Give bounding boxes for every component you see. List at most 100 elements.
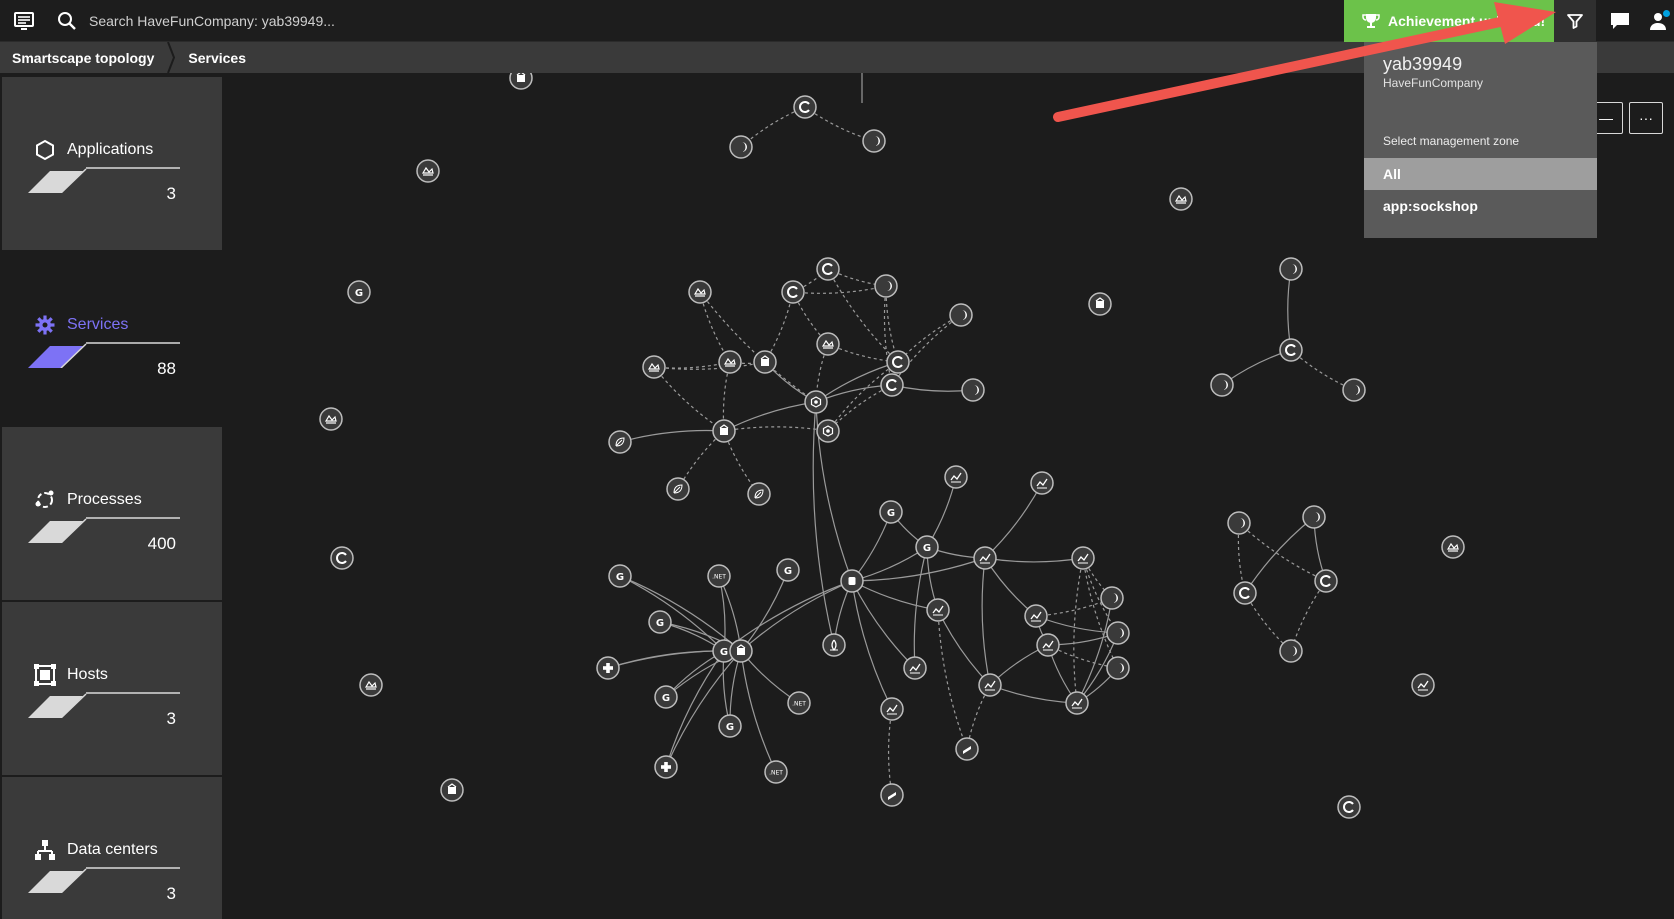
service-node-l10[interactable]: G bbox=[718, 714, 742, 738]
search-input[interactable] bbox=[89, 9, 449, 33]
sidebar-item-data-centers[interactable]: Data centers 3 bbox=[2, 777, 222, 919]
service-node-n5[interactable] bbox=[416, 159, 440, 183]
service-node-n4[interactable] bbox=[862, 129, 886, 153]
service-node-l6[interactable] bbox=[729, 639, 753, 663]
sidebar-item-processes[interactable]: Processes 400 bbox=[2, 427, 222, 600]
breadcrumb-services[interactable]: Services bbox=[176, 50, 258, 66]
service-node-m3[interactable] bbox=[1030, 471, 1054, 495]
service-node-m6[interactable] bbox=[1071, 546, 1095, 570]
service-node-m13[interactable] bbox=[1106, 656, 1130, 680]
service-node-h1[interactable] bbox=[1169, 187, 1193, 211]
service-node-c4[interactable] bbox=[874, 274, 898, 298]
service-node-c15[interactable] bbox=[712, 419, 736, 443]
service-node-r2[interactable] bbox=[1302, 505, 1326, 529]
chat-button[interactable] bbox=[1599, 0, 1641, 42]
dotnet-service-icon: .NET bbox=[792, 701, 806, 708]
service-node-m19[interactable] bbox=[880, 783, 904, 807]
service-node-l1[interactable]: G bbox=[608, 564, 632, 588]
zone-option-all[interactable]: All bbox=[1364, 158, 1597, 190]
service-node-n8[interactable] bbox=[330, 546, 354, 570]
service-node-m5[interactable] bbox=[973, 546, 997, 570]
zone-option-sockshop[interactable]: app:sockshop bbox=[1364, 190, 1597, 222]
service-node-c1[interactable] bbox=[688, 280, 712, 304]
service-node-c13[interactable] bbox=[804, 390, 828, 414]
service-node-t4[interactable] bbox=[1342, 378, 1366, 402]
notification-dot bbox=[1663, 10, 1670, 17]
service-node-m8[interactable] bbox=[926, 598, 950, 622]
service-node-l2[interactable]: .NET bbox=[707, 564, 731, 588]
service-node-l12[interactable]: .NET bbox=[764, 760, 788, 784]
service-node-m15[interactable] bbox=[978, 673, 1002, 697]
service-node-c10[interactable] bbox=[886, 350, 910, 374]
service-node-c9[interactable] bbox=[816, 332, 840, 356]
node-circle bbox=[1337, 795, 1361, 819]
service-node-l11[interactable] bbox=[654, 755, 678, 779]
tile-label: Services bbox=[67, 316, 129, 333]
service-node-m17[interactable] bbox=[880, 697, 904, 721]
service-node-m10[interactable] bbox=[1100, 586, 1124, 610]
service-node-r3[interactable] bbox=[1233, 581, 1257, 605]
service-node-h2[interactable] bbox=[1088, 292, 1112, 316]
service-node-c14[interactable] bbox=[816, 419, 840, 443]
service-node-c6[interactable] bbox=[642, 355, 666, 379]
service-node-n2[interactable] bbox=[793, 95, 817, 119]
service-node-c5[interactable] bbox=[949, 303, 973, 327]
service-node-n3[interactable] bbox=[729, 135, 753, 159]
service-node-c2[interactable] bbox=[781, 280, 805, 304]
achievement-button[interactable]: Achievement unlocked! bbox=[1344, 0, 1554, 42]
service-node-l9[interactable]: .NET bbox=[787, 691, 811, 715]
search-button[interactable] bbox=[56, 10, 78, 32]
tile-count: 400 bbox=[147, 534, 176, 553]
service-node-c16[interactable] bbox=[608, 430, 632, 454]
service-node-m16[interactable] bbox=[1065, 691, 1089, 715]
service-node-t3[interactable] bbox=[1210, 373, 1234, 397]
service-node-n10[interactable] bbox=[440, 778, 464, 802]
breadcrumb-smartscape[interactable]: Smartscape topology bbox=[0, 50, 166, 66]
service-node-m11[interactable] bbox=[1036, 633, 1060, 657]
service-node-r1[interactable] bbox=[1227, 511, 1251, 535]
user-button[interactable] bbox=[1644, 0, 1674, 42]
service-node-t2[interactable] bbox=[1279, 338, 1303, 362]
service-node-t1[interactable] bbox=[1279, 257, 1303, 281]
service-node-r5[interactable] bbox=[1279, 639, 1303, 663]
node-circle bbox=[880, 373, 904, 397]
more-options-button[interactable]: ··· bbox=[1629, 102, 1663, 134]
service-node-n1[interactable] bbox=[509, 73, 533, 90]
service-node-m2[interactable] bbox=[944, 465, 968, 489]
service-node-m20[interactable] bbox=[822, 633, 846, 657]
service-node-m9[interactable] bbox=[1024, 604, 1048, 628]
service-node-m18[interactable] bbox=[955, 737, 979, 761]
service-node-x1[interactable] bbox=[1441, 535, 1465, 559]
node-circle bbox=[903, 656, 927, 680]
management-zone-filter-button[interactable] bbox=[1554, 0, 1596, 42]
service-node-c17[interactable] bbox=[666, 477, 690, 501]
service-node-c11[interactable] bbox=[880, 373, 904, 397]
service-node-c7[interactable] bbox=[718, 350, 742, 374]
service-node-l8[interactable]: G bbox=[654, 685, 678, 709]
service-node-n6[interactable]: G bbox=[347, 280, 371, 304]
service-node-c3[interactable] bbox=[816, 257, 840, 281]
service-node-m14[interactable] bbox=[903, 656, 927, 680]
graph-edge bbox=[1238, 522, 1327, 582]
service-node-c12[interactable] bbox=[961, 378, 985, 402]
service-node-l7[interactable] bbox=[596, 656, 620, 680]
sidebar-item-hosts[interactable]: Hosts 3 bbox=[2, 602, 222, 775]
service-node-x3[interactable] bbox=[1337, 795, 1361, 819]
service-node-l4[interactable]: G bbox=[648, 610, 672, 634]
sidebar-item-applications[interactable]: Applications 3 bbox=[2, 77, 222, 250]
service-node-m7[interactable] bbox=[840, 569, 864, 593]
sidebar-item-services[interactable]: Services 88 bbox=[2, 252, 222, 425]
service-node-m12[interactable] bbox=[1106, 621, 1130, 645]
service-node-m4[interactable]: G bbox=[915, 535, 939, 559]
dropdown-username: yab39949 bbox=[1383, 54, 1463, 74]
menu-button[interactable] bbox=[12, 10, 36, 32]
service-node-l3[interactable]: G bbox=[776, 558, 800, 582]
service-node-n7[interactable] bbox=[319, 407, 343, 431]
service-node-m1[interactable]: G bbox=[879, 500, 903, 524]
service-node-c18[interactable] bbox=[747, 482, 771, 506]
service-node-x2[interactable] bbox=[1411, 673, 1435, 697]
service-node-r4[interactable] bbox=[1314, 569, 1338, 593]
service-node-c8[interactable] bbox=[753, 350, 777, 374]
smartscape-sidebar: Applications 3 Services 88 Processes 400… bbox=[0, 73, 222, 919]
service-node-n9[interactable] bbox=[359, 673, 383, 697]
